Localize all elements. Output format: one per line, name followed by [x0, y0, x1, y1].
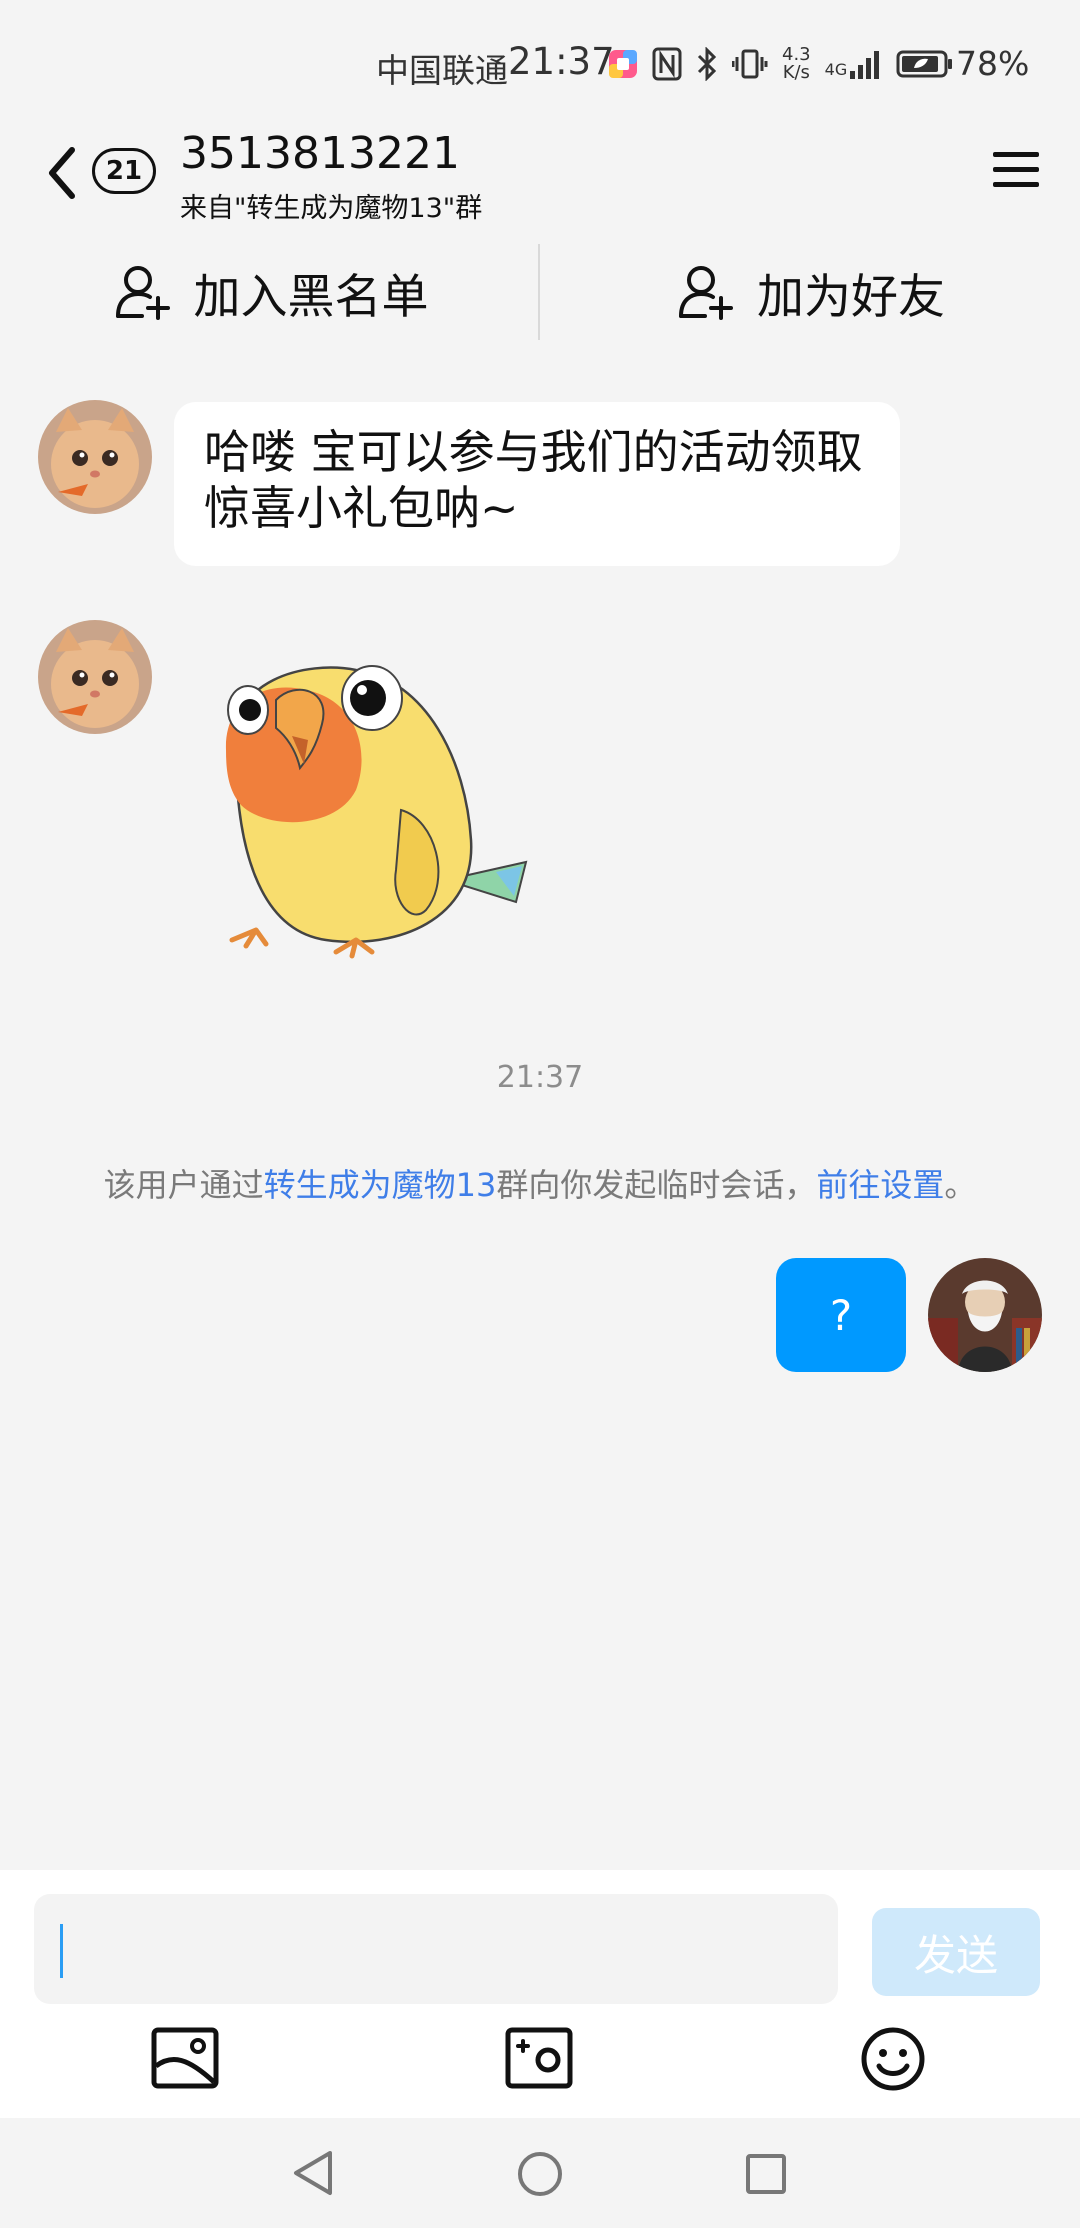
notice-prefix: 该用户通过	[103, 1166, 264, 1204]
add-friend-label: 加为好友	[757, 269, 945, 325]
incoming-message-bubble[interactable]: 哈喽 宝可以参与我们的活动领取惊喜小礼包呐~	[174, 402, 900, 566]
network-type-label: 4G	[824, 60, 848, 79]
menu-icon[interactable]	[990, 146, 1042, 194]
back-arrow-icon[interactable]	[38, 138, 88, 208]
group-link[interactable]: 转生成为魔物13	[264, 1166, 497, 1204]
send-button[interactable]: 发送	[872, 1908, 1040, 1996]
temporary-chat-notice: 该用户通过转生成为魔物13群向你发起临时会话，前往设置。	[0, 1160, 1080, 1206]
contact-title: 3513813221	[180, 128, 460, 179]
bluetooth-icon	[697, 47, 717, 81]
cat-avatar-image	[38, 400, 152, 514]
network-speed: 4.3 K/s	[782, 44, 811, 83]
battery-icon	[896, 50, 953, 78]
camera-icon[interactable]	[504, 2026, 574, 2092]
go-to-settings-link[interactable]: 前往设置	[816, 1166, 944, 1204]
add-user-icon	[679, 266, 733, 320]
sender-avatar[interactable]	[38, 620, 152, 734]
add-to-blacklist-label: 加入黑名单	[193, 269, 429, 325]
contact-source-subtitle: 来自"转生成为魔物13"群	[180, 193, 483, 224]
status-icons: 4.3 K/s 4G	[608, 44, 954, 84]
outgoing-message-bubble[interactable]: ?	[776, 1258, 906, 1372]
my-avatar[interactable]	[928, 1258, 1042, 1372]
message-timestamp: 21:37	[496, 1060, 584, 1095]
sender-avatar[interactable]	[38, 400, 152, 514]
status-time: 21:37	[508, 40, 615, 83]
add-friend-button[interactable]: 加为好友	[540, 230, 1080, 354]
vibrate-icon	[732, 49, 768, 79]
unread-count-badge[interactable]: 21	[92, 148, 156, 194]
signal-indicator: 4G	[825, 49, 883, 79]
nav-home-icon[interactable]	[516, 2150, 564, 2198]
add-user-icon	[115, 266, 170, 320]
battery-percentage: 78%	[956, 44, 1030, 83]
image-picker-icon[interactable]	[150, 2026, 220, 2092]
old-man-avatar-image	[928, 1258, 1042, 1372]
app-notification-icon	[609, 50, 637, 78]
notice-middle: 群向你发起临时会话，	[496, 1166, 817, 1204]
add-to-blacklist-button[interactable]: 加入黑名单	[0, 230, 540, 354]
nav-back-icon[interactable]	[290, 2148, 336, 2198]
emoji-icon[interactable]	[858, 2026, 928, 2092]
nav-recents-icon[interactable]	[744, 2152, 788, 2196]
carrier-name: 中国联通	[376, 51, 508, 90]
signal-strength-icon	[850, 51, 880, 79]
message-input[interactable]	[34, 1894, 838, 2004]
parrot-sticker-image[interactable]	[196, 640, 556, 970]
notice-suffix: 。	[944, 1166, 977, 1204]
cat-avatar-image	[38, 620, 152, 734]
nfc-icon	[652, 47, 682, 81]
text-cursor	[60, 1924, 63, 1978]
